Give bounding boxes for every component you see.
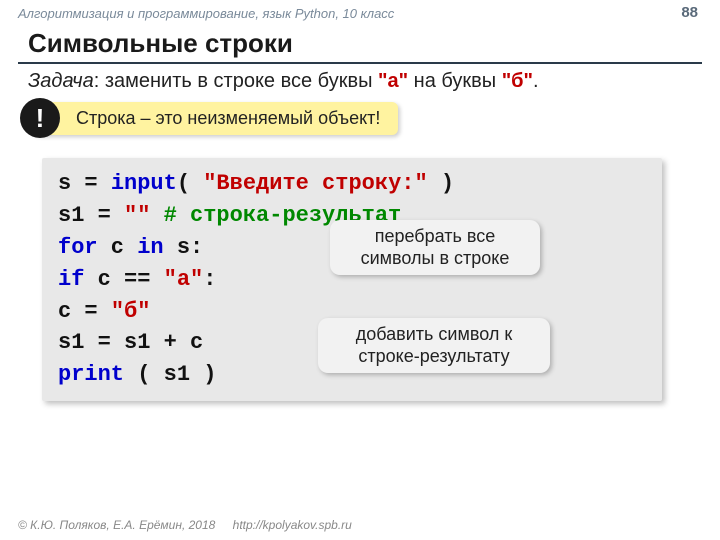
page-number: 88 (681, 4, 698, 21)
alert-text: Строка – это неизменяемый объект! (76, 108, 380, 128)
footer: © К.Ю. Поляков, Е.А. Ерёмин, 2018 http:/… (18, 518, 352, 532)
task-letter-b: "б" (502, 70, 533, 92)
footer-url: http://kpolyakov.spb.ru (233, 518, 352, 532)
task-text: Задача: заменить в строке все буквы "а" … (28, 70, 539, 93)
callout-iterate: перебрать все символы в строке (330, 220, 540, 275)
task-end: . (533, 70, 539, 92)
alert-box: Строка – это неизменяемый объект! (32, 102, 398, 135)
task-body-2: на буквы (408, 70, 502, 92)
task-label: Задача (28, 70, 94, 92)
task-letter-a: "а" (378, 70, 408, 92)
footer-copyright: © К.Ю. Поляков, Е.А. Ерёмин, 2018 (18, 518, 215, 532)
exclamation-icon: ! (20, 98, 60, 138)
course-header: Алгоритмизация и программирование, язык … (18, 6, 702, 21)
code-line-1: s = input( "Введите строку:" ) (58, 168, 646, 200)
callout-append: добавить символ к строке-результату (318, 318, 550, 373)
slide-title: Символьные строки (28, 28, 293, 59)
title-underline (18, 62, 702, 64)
task-body-1: : заменить в строке все буквы (94, 70, 378, 92)
